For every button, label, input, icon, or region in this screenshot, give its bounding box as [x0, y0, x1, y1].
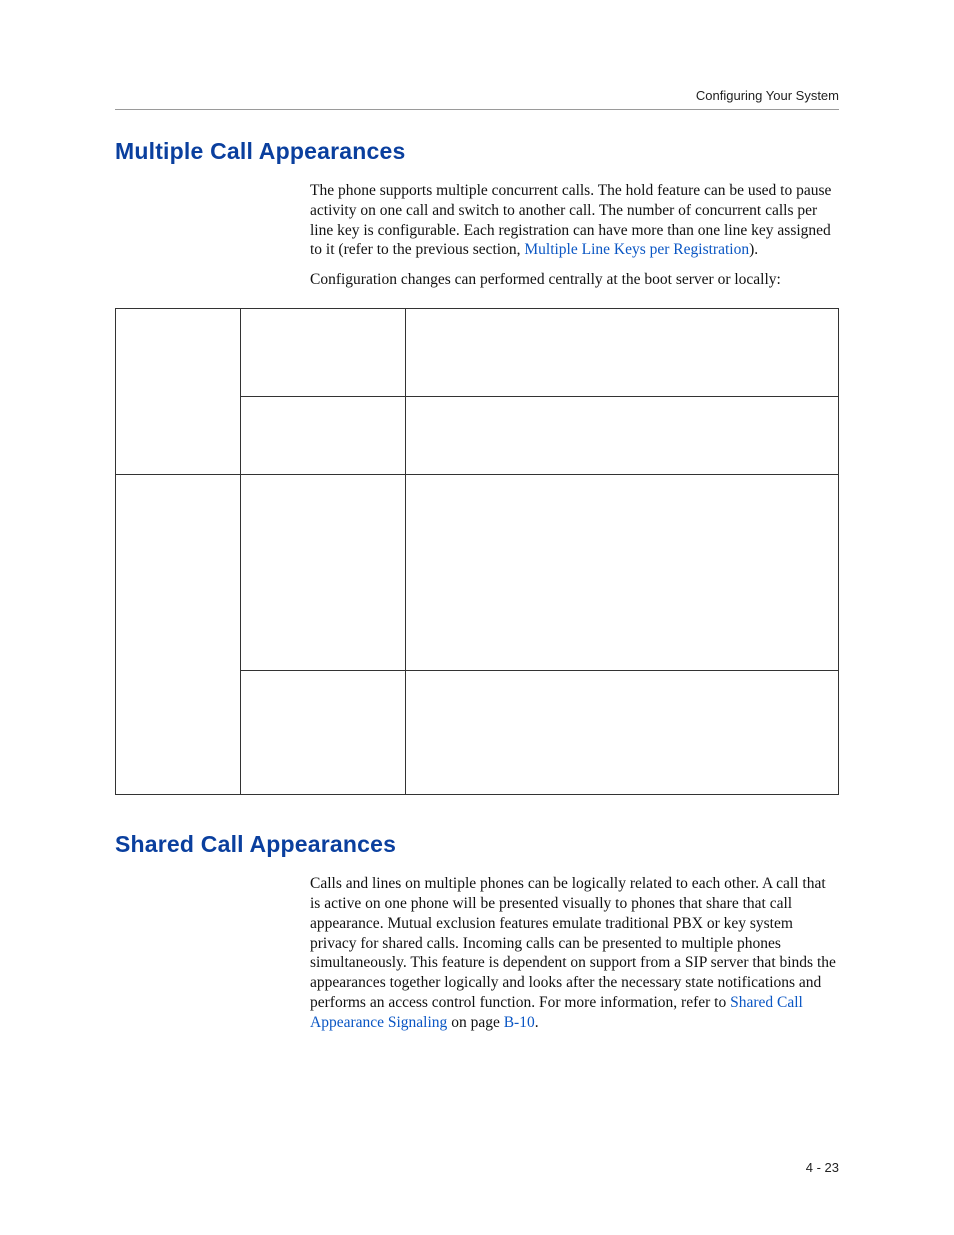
section-title-multiple-call-appearances: Multiple Call Appearances: [115, 138, 839, 165]
text-run: ).: [749, 241, 758, 258]
section2-body: Calls and lines on multiple phones can b…: [310, 874, 839, 1033]
text-run: Calls and lines on multiple phones can b…: [310, 875, 836, 1011]
text-run: .: [535, 1014, 539, 1031]
table-cell: [241, 397, 406, 475]
page: Configuring Your System Multiple Call Ap…: [0, 0, 954, 1235]
section1-paragraph-1: The phone supports multiple concurrent c…: [310, 181, 839, 260]
section2: Shared Call Appearances Calls and lines …: [115, 831, 839, 1033]
table-cell: [116, 309, 241, 475]
section1-body: The phone supports multiple concurrent c…: [310, 181, 839, 290]
header-rule: [115, 109, 839, 110]
text-run: on page: [447, 1014, 503, 1031]
table-cell: [406, 671, 839, 795]
xref-multiple-line-keys-per-registration[interactable]: Multiple Line Keys per Registration: [524, 241, 749, 258]
table-cell: [241, 309, 406, 397]
section-title-shared-call-appearances: Shared Call Appearances: [115, 831, 839, 858]
xref-page-b10[interactable]: B-10: [504, 1014, 535, 1031]
running-head: Configuring Your System: [115, 88, 839, 103]
table-cell: [116, 475, 241, 795]
config-table: [115, 308, 839, 795]
table-cell: [406, 309, 839, 397]
table-cell: [241, 475, 406, 671]
section1-paragraph-2: Configuration changes can performed cent…: [310, 270, 839, 290]
section2-paragraph-1: Calls and lines on multiple phones can b…: [310, 874, 839, 1033]
table-cell: [241, 671, 406, 795]
table-row: [116, 475, 839, 671]
table-cell: [406, 475, 839, 671]
table-row: [116, 309, 839, 397]
page-number: 4 - 23: [806, 1160, 839, 1175]
table-cell: [406, 397, 839, 475]
